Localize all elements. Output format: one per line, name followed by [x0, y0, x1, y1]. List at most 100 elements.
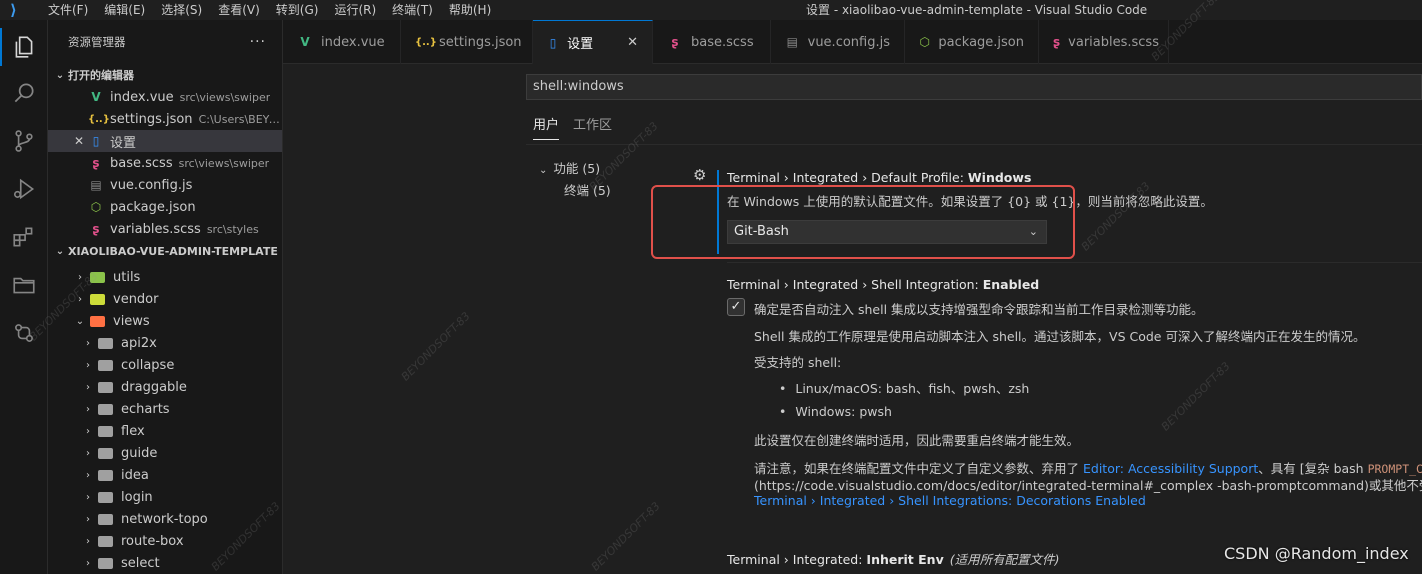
search-icon	[14, 83, 34, 103]
tab-label: 设置	[567, 37, 594, 52]
tab-settings[interactable]: ▯ 设置 ✕	[533, 20, 653, 64]
open-editor-item[interactable]: ▤ vue.config.js	[48, 174, 282, 196]
settings-search-input[interactable]: shell:windows	[526, 74, 1422, 100]
chevron-right-icon: ›	[86, 381, 90, 393]
open-editor-name: variables.scss	[110, 221, 201, 237]
tree-folder[interactable]: › guide	[48, 442, 282, 464]
sass-icon: ʂ	[92, 156, 100, 170]
decorations-enabled-link[interactable]: Terminal › Integrated › Shell Integratio…	[754, 493, 1146, 508]
menu-edit[interactable]: 编辑(E)	[96, 0, 153, 20]
search-activity[interactable]	[0, 70, 48, 116]
tree-folder[interactable]: › flex	[48, 420, 282, 442]
folder-icon	[98, 359, 113, 371]
tree-folder[interactable]: › api2x	[48, 332, 282, 354]
tab-variables-scss[interactable]: ʂ variables.scss	[1039, 20, 1169, 64]
menu-file[interactable]: 文件(F)	[40, 0, 96, 20]
chevron-right-icon: ›	[86, 535, 90, 547]
menu-terminal[interactable]: 终端(T)	[384, 0, 441, 20]
tree-folder-name: idea	[121, 467, 149, 483]
settings-scope-tabs: 用户 工作区	[533, 116, 612, 140]
gear-icon[interactable]: ⚙	[693, 166, 711, 184]
chevron-right-icon: ›	[86, 469, 90, 481]
settings-toc: ⌄ 功能 (5) 终端 (5)	[539, 158, 611, 202]
menu-run[interactable]: 运行(R)	[326, 0, 384, 20]
tree-folder[interactable]: › utils	[48, 266, 282, 288]
setting-scope-note: (适用所有配置文件)	[949, 552, 1060, 567]
remote-activity[interactable]	[0, 310, 48, 356]
menu-help[interactable]: 帮助(H)	[441, 0, 499, 20]
tree-folder[interactable]: › login	[48, 486, 282, 508]
tree-folder[interactable]: › echarts	[48, 398, 282, 420]
tree-folder[interactable]: › idea	[48, 464, 282, 486]
folder-activity[interactable]	[0, 262, 48, 308]
open-editor-item-active[interactable]: ✕ ▯ 设置	[48, 130, 282, 152]
folder-icon	[13, 277, 35, 294]
setting-category: Terminal › Integrated:	[727, 552, 867, 567]
tree-folder-name: utils	[113, 269, 141, 285]
close-icon[interactable]: ✕	[627, 35, 638, 50]
tab-package-json[interactable]: ⬡ package.json	[905, 20, 1039, 64]
title-bar: ⟩ 文件(F) 编辑(E) 选择(S) 查看(V) 转到(G) 运行(R) 终端…	[0, 0, 1422, 20]
folder-icon	[98, 447, 113, 459]
folder-icon	[90, 271, 105, 283]
tree-folder-open[interactable]: ⌄ views	[48, 310, 282, 332]
tree-folder[interactable]: › network-topo	[48, 508, 282, 530]
open-editor-item[interactable]: ʂ base.scss src\views\swiper	[48, 152, 282, 174]
toc-item-features[interactable]: ⌄ 功能 (5)	[539, 158, 611, 180]
chevron-down-icon: ⌄	[539, 165, 548, 176]
files-icon	[15, 36, 33, 58]
toc-item-terminal[interactable]: 终端 (5)	[539, 180, 611, 202]
setting-description: 此设置仅在创建终端时适用，因此需要重启终端才能生效。	[754, 433, 1080, 448]
chevron-right-icon: ›	[86, 491, 90, 503]
shell-integration-checkbox[interactable]: ✓	[727, 298, 745, 316]
source-control-activity[interactable]	[0, 118, 48, 164]
tree-folder-name: echarts	[121, 401, 170, 417]
open-editor-path: C:\Users\BEYON...	[198, 112, 282, 126]
project-section[interactable]: ⌄ XIAOLIBAO-VUE-ADMIN-TEMPLATE	[48, 240, 282, 262]
menu-go[interactable]: 转到(G)	[268, 0, 327, 20]
tab-user[interactable]: 用户	[533, 116, 560, 140]
run-debug-activity[interactable]	[0, 166, 48, 212]
open-editor-item[interactable]: {..} settings.json C:\Users\BEYON...	[48, 108, 282, 130]
open-editor-item[interactable]: V index.vue src\views\swiper	[48, 86, 282, 108]
menu-view[interactable]: 查看(V)	[210, 0, 268, 20]
explorer-activity[interactable]	[0, 24, 48, 70]
tab-label: base.scss	[691, 34, 754, 50]
setting-name: Inherit Env	[866, 552, 944, 567]
tab-label: vue.config.js	[807, 34, 890, 50]
tree-folder[interactable]: › vendor	[48, 288, 282, 310]
tree-folder[interactable]: › draggable	[48, 376, 282, 398]
tree-folder-name: views	[113, 313, 150, 329]
explorer-sidebar: 资源管理器 ··· ⌄ 打开的编辑器 V index.vue src\views…	[48, 20, 283, 574]
tab-settings-json[interactable]: {..} settings.json	[401, 20, 533, 64]
chevron-right-icon: ›	[86, 557, 90, 569]
sass-icon: ʂ	[671, 35, 679, 49]
folder-icon	[98, 425, 113, 437]
tab-workspace[interactable]: 工作区	[573, 116, 612, 140]
folder-icon	[98, 469, 113, 481]
tree-folder[interactable]: › select	[48, 552, 282, 574]
open-editor-item[interactable]: ʂ variables.scss src\styles	[48, 218, 282, 240]
vue-icon: V	[91, 90, 101, 104]
tab-base-scss[interactable]: ʂ base.scss	[653, 20, 771, 64]
tree-folder[interactable]: › collapse	[48, 354, 282, 376]
tab-index-vue[interactable]: Vindex.vue	[283, 20, 401, 64]
list-item: Windows: pwsh	[779, 404, 892, 419]
close-icon[interactable]: ✕	[74, 130, 84, 152]
tab-label: variables.scss	[1068, 34, 1159, 50]
chevron-right-icon: ›	[86, 447, 90, 459]
extensions-activity[interactable]	[0, 214, 48, 260]
menu-selection[interactable]: 选择(S)	[153, 0, 210, 20]
more-actions-icon[interactable]: ···	[250, 34, 266, 50]
chevron-right-icon: ›	[86, 337, 90, 349]
setting-title: Terminal › Integrated › Shell Integratio…	[727, 277, 1422, 292]
folder-icon	[98, 337, 113, 349]
folder-open-icon	[90, 315, 105, 327]
tab-vue-config-js[interactable]: ▤ vue.config.js	[771, 20, 905, 64]
tree-folder[interactable]: › route-box	[48, 530, 282, 552]
accessibility-support-link[interactable]: Editor: Accessibility Support	[1083, 461, 1258, 476]
open-editors-section[interactable]: ⌄ 打开的编辑器	[48, 64, 282, 86]
open-editor-item[interactable]: ⬡ package.json	[48, 196, 282, 218]
text-span: 请注意，如果在终端配置文件中定义了自定义参数、弃用了	[754, 461, 1083, 476]
menu-bar: 文件(F) 编辑(E) 选择(S) 查看(V) 转到(G) 运行(R) 终端(T…	[40, 0, 499, 20]
